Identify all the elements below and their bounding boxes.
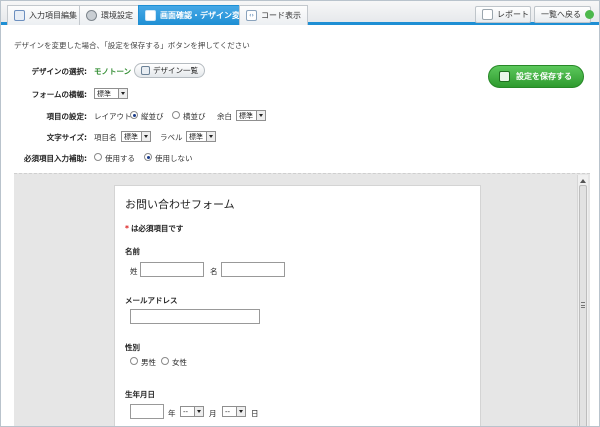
save-button-label: 設定を保存する xyxy=(516,72,572,81)
chevron-down-icon xyxy=(256,111,265,120)
birthdate-label: 生年月日 xyxy=(125,390,155,399)
required-note: * は必須項目です xyxy=(125,223,183,234)
item-name-size-value: 標準 xyxy=(124,132,138,141)
chevron-down-icon xyxy=(206,132,215,141)
male-text: 男性 xyxy=(141,358,156,367)
item-settings-label: 項目の設定: xyxy=(46,112,88,121)
font-size-label: 文字サイズ: xyxy=(46,133,87,142)
chevron-down-icon xyxy=(141,132,150,141)
tab-bar: 入力項目編集 環境設定 画面確認・デザイン変更 ‹› コード表示 レポート 一覧… xyxy=(1,1,599,25)
tab-label: 画面確認・デザイン変更 xyxy=(160,11,248,20)
required-note-text: は必須項目です xyxy=(130,224,184,233)
design-list-label: デザイン一覧 xyxy=(153,66,198,75)
female-radio[interactable] xyxy=(161,357,169,365)
label-text: ラベル xyxy=(160,133,183,142)
email-input[interactable] xyxy=(130,309,260,324)
report-button[interactable]: レポート xyxy=(475,6,531,23)
horizontal-radio[interactable] xyxy=(172,111,180,119)
label-size-value: 標準 xyxy=(189,132,203,141)
notice-text: デザインを変更した場合、「設定を保存する」ボタンを押してください xyxy=(14,41,250,50)
gear-icon xyxy=(86,10,97,21)
item-name-text: 項目名 xyxy=(94,133,117,142)
chevron-down-icon xyxy=(118,89,127,98)
design-select-label: デザインの選択: xyxy=(31,67,88,76)
grip-icon xyxy=(581,302,585,308)
month-text: 月 xyxy=(209,409,217,418)
year-text: 年 xyxy=(168,409,176,418)
back-to-list-button[interactable]: 一覧へ戻る xyxy=(534,6,594,23)
mei-input[interactable] xyxy=(221,262,285,277)
item-name-size-select[interactable]: 標準 xyxy=(121,131,151,142)
margin-select[interactable]: 標準 xyxy=(236,110,266,121)
mei-label: 名 xyxy=(210,267,218,276)
female-text: 女性 xyxy=(172,358,187,367)
scroll-thumb[interactable] xyxy=(579,185,587,426)
required-star: * xyxy=(125,224,129,233)
chevron-down-icon xyxy=(236,407,245,416)
tab-label: 環境設定 xyxy=(101,11,133,20)
required-assist-label: 必須項目入力補助: xyxy=(24,154,87,163)
report-label: レポート xyxy=(497,10,529,19)
birth-day-select[interactable]: -- xyxy=(222,406,246,417)
save-settings-button[interactable]: 設定を保存する xyxy=(488,65,584,88)
tab-design[interactable]: 画面確認・デザイン変更 xyxy=(138,5,255,25)
label-size-select[interactable]: 標準 xyxy=(186,131,216,142)
back-arrow-icon xyxy=(585,10,594,19)
tab-code[interactable]: ‹› コード表示 xyxy=(239,5,308,25)
name-label: 名前 xyxy=(125,247,140,256)
back-label: 一覧へ戻る xyxy=(541,10,581,19)
form-width-select[interactable]: 標準 xyxy=(94,88,128,99)
form-edit-icon xyxy=(14,10,25,21)
chevron-down-icon xyxy=(194,407,203,416)
save-icon xyxy=(499,71,510,82)
form-preview-card: お問い合わせフォーム * は必須項目です 名前 姓 名 メールアドレス 性別 男性… xyxy=(114,185,481,426)
birth-month-value: -- xyxy=(183,407,189,416)
list-icon xyxy=(141,66,150,75)
layout-text: レイアウト xyxy=(94,112,132,121)
birth-year-input[interactable] xyxy=(130,404,164,419)
app-window: 入力項目編集 環境設定 画面確認・デザイン変更 ‹› コード表示 レポート 一覧… xyxy=(0,0,600,427)
required-use-text: 使用する xyxy=(105,154,135,163)
margin-text: 余白 xyxy=(217,112,232,121)
tab-settings[interactable]: 環境設定 xyxy=(79,5,140,25)
sei-input[interactable] xyxy=(140,262,204,277)
birth-day-value: -- xyxy=(225,407,231,416)
male-radio[interactable] xyxy=(130,357,138,365)
form-width-label: フォームの横幅: xyxy=(31,90,87,99)
birth-month-select[interactable]: -- xyxy=(180,406,204,417)
design-current-value: モノトーン xyxy=(94,67,132,76)
code-icon: ‹› xyxy=(246,10,257,21)
day-text: 日 xyxy=(251,409,259,418)
form-title: お問い合わせフォーム xyxy=(125,198,235,211)
sei-label: 姓 xyxy=(130,267,138,276)
tab-input-items[interactable]: 入力項目編集 xyxy=(7,5,84,25)
tab-label: 入力項目編集 xyxy=(29,11,77,20)
required-nouse-text: 使用しない xyxy=(155,154,193,163)
tab-label: コード表示 xyxy=(261,11,301,20)
email-label: メールアドレス xyxy=(125,296,178,305)
required-nouse-radio[interactable] xyxy=(144,153,152,161)
horizontal-text: 横並び xyxy=(183,112,206,121)
preview-scrollbar[interactable] xyxy=(577,175,588,426)
report-icon xyxy=(482,9,493,20)
vertical-radio[interactable] xyxy=(130,111,138,119)
margin-value: 標準 xyxy=(239,111,253,120)
vertical-text: 縦並び xyxy=(141,112,164,121)
scroll-up-arrow-icon[interactable] xyxy=(580,177,587,184)
form-width-value: 標準 xyxy=(97,89,111,98)
required-use-radio[interactable] xyxy=(94,153,102,161)
design-list-button[interactable]: デザイン一覧 xyxy=(134,63,205,78)
design-screen-icon xyxy=(145,10,156,21)
gender-label: 性別 xyxy=(125,343,140,352)
